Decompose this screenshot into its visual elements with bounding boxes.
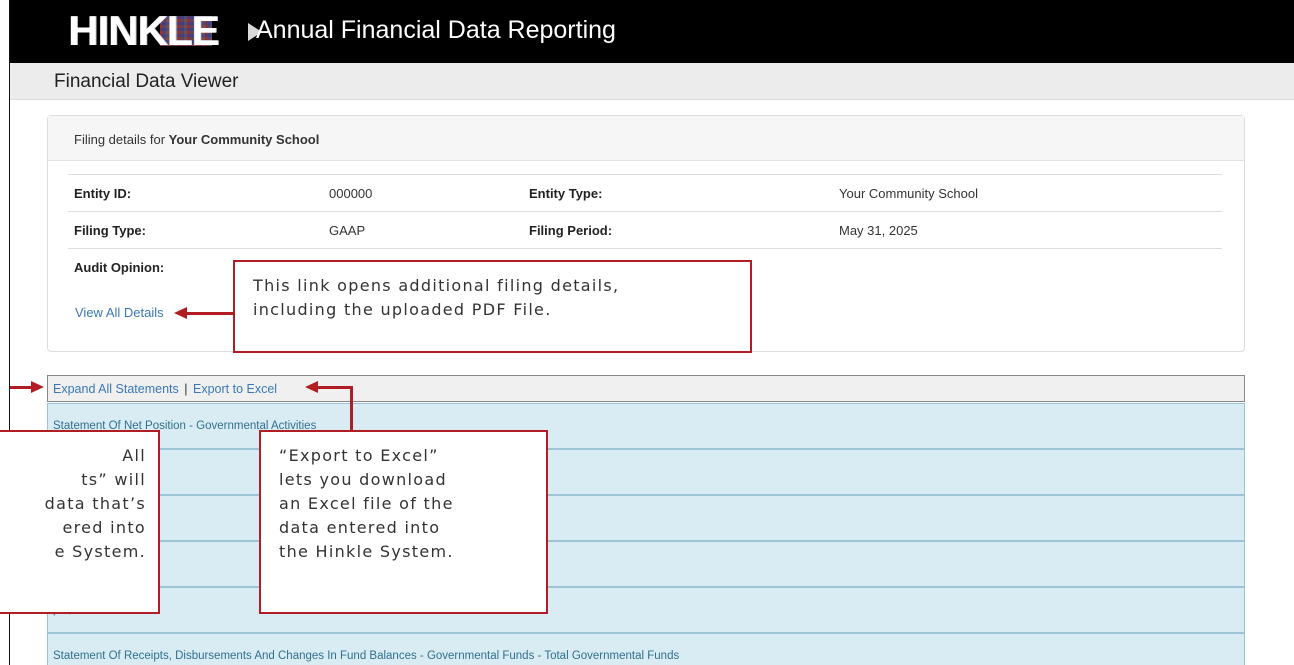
empty-value xyxy=(833,248,1222,286)
callout-line: data entered into xyxy=(279,518,441,537)
page: HINKLE Annual Financial Data Reporting F… xyxy=(0,0,1294,665)
callout-line: ts” will xyxy=(81,470,146,489)
callout-line: All xyxy=(122,446,146,465)
expand-callout: All ts” will data that’s ered into e Sys… xyxy=(0,430,160,614)
filing-type-value: GAAP xyxy=(323,211,523,249)
statement-row[interactable]: ies - Governmental xyxy=(47,449,1245,495)
view-all-details-link[interactable]: View All Details xyxy=(75,305,164,320)
callout-line: including the uploaded PDF File. xyxy=(253,300,552,319)
statement-row[interactable]: Statement Of Receipts, Disbursements And… xyxy=(47,633,1245,665)
details-arrowhead-icon xyxy=(174,307,187,319)
export-arrow-vertical xyxy=(350,387,353,431)
entity-type-value: Your Community School xyxy=(833,174,1222,212)
callout-line: the Hinkle System. xyxy=(279,542,454,561)
page-title: Financial Data Viewer xyxy=(54,71,239,92)
heading-prefix: Filing details for xyxy=(74,132,169,147)
view-details-callout: This link opens additional filing detail… xyxy=(233,260,752,353)
app-title: Annual Financial Data Reporting xyxy=(256,16,616,44)
callout-line: data that’s xyxy=(44,494,146,513)
logo-text: HINKLE xyxy=(68,7,219,54)
entity-id-value: 000000 xyxy=(323,174,523,212)
panel-heading: Filing details for Your Community School xyxy=(48,116,1244,161)
statements-toolbar: Expand All Statements | Export to Excel xyxy=(47,375,1245,402)
expand-arrowhead-icon xyxy=(31,381,44,393)
entity-name: Your Community School xyxy=(168,132,320,147)
expand-arrow-line xyxy=(10,386,32,389)
filing-period-value: May 31, 2025 xyxy=(833,211,1222,249)
table-row: Filing Type: GAAP Filing Period: May 31,… xyxy=(68,211,1222,249)
toolbar-separator: | xyxy=(184,382,188,396)
export-arrow-horizontal xyxy=(317,386,353,389)
statement-row[interactable]: vernmental Funds - xyxy=(47,541,1245,587)
statement-row[interactable]: pts, Disbursements s - General xyxy=(47,587,1245,633)
export-callout: “Export to Excel” lets you download an E… xyxy=(259,430,548,614)
sub-header: Financial Data Viewer xyxy=(10,63,1294,100)
top-bar: HINKLE Annual Financial Data Reporting xyxy=(10,0,1294,63)
callout-line: lets you download xyxy=(279,470,447,489)
callout-line: This link opens additional filing detail… xyxy=(253,276,620,295)
callout-line: “Export to Excel” xyxy=(279,446,439,465)
filing-type-label: Filing Type: xyxy=(68,211,323,249)
hinkle-logo[interactable]: HINKLE xyxy=(68,6,262,56)
callout-line: e System. xyxy=(54,542,146,561)
callout-line: ered into xyxy=(62,518,146,537)
table-row: Entity ID: 000000 Entity Type: Your Comm… xyxy=(68,174,1222,212)
entity-id-label: Entity ID: xyxy=(68,174,323,212)
callout-line: an Excel file of the xyxy=(279,494,454,513)
filing-period-label: Filing Period: xyxy=(523,211,833,249)
export-to-excel-link[interactable]: Export to Excel xyxy=(193,382,277,396)
export-arrowhead-icon xyxy=(305,381,318,393)
statement-row[interactable]: vernmental Funds - xyxy=(47,495,1245,541)
details-arrow-line xyxy=(186,312,233,315)
entity-type-label: Entity Type: xyxy=(523,174,833,212)
expand-all-statements-link[interactable]: Expand All Statements xyxy=(53,382,179,396)
statement-row[interactable]: Statement Of Net Position - Governmental… xyxy=(47,403,1245,449)
